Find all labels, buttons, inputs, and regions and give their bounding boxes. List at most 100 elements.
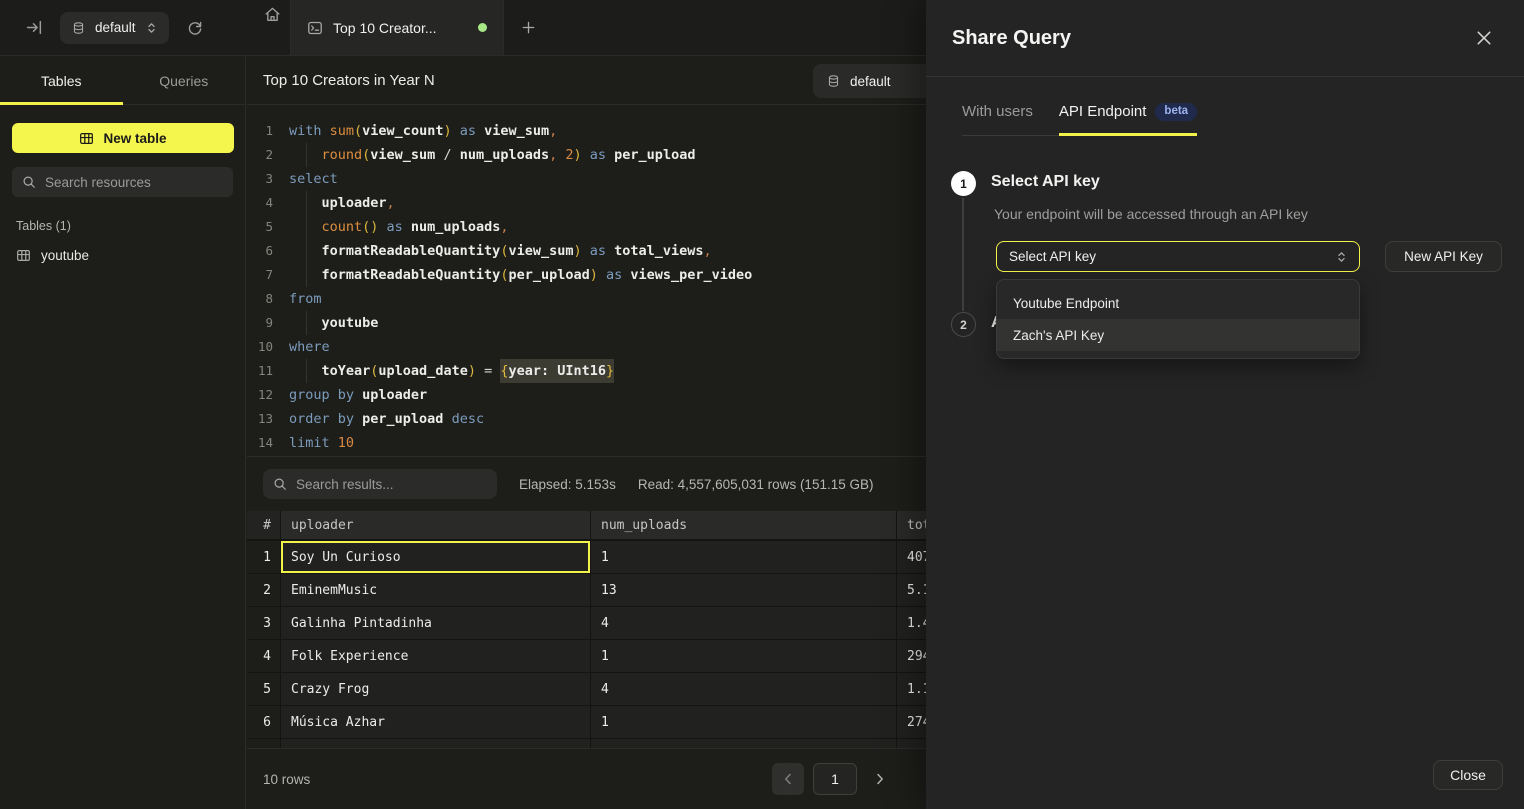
line-number: 11 [247, 359, 289, 383]
close-icon[interactable] [1470, 24, 1498, 52]
column-header-uploader[interactable]: uploader [281, 511, 591, 541]
prev-page-button[interactable] [772, 763, 804, 795]
chevron-updown-icon [146, 22, 157, 34]
tab-with-users[interactable]: With users [962, 103, 1033, 135]
step-2-badge: 2 [951, 312, 976, 337]
api-key-dropdown-menu: Youtube EndpointZach's API Key [996, 279, 1360, 359]
sidebar-item-youtube[interactable]: youtube [0, 241, 245, 270]
row-number: 1 [247, 541, 281, 574]
sidebar-tab-tables[interactable]: Tables [0, 57, 123, 104]
indent-guide [289, 239, 322, 263]
database-icon [72, 21, 85, 35]
new-tab-plus-icon[interactable] [504, 0, 552, 55]
tab-api-endpoint[interactable]: API Endpointbeta [1059, 103, 1197, 135]
cell-num-uploads[interactable]: 1 [591, 541, 897, 574]
cell-num-uploads[interactable]: 4 [591, 607, 897, 640]
line-number: 9 [247, 311, 289, 335]
api-key-option-zach-s-api-key[interactable]: Zach's API Key [997, 319, 1359, 351]
share-query-panel: Share Query With users API Endpointbeta 1… [926, 0, 1524, 809]
cell-uploader[interactable]: EminemMusic [281, 574, 591, 607]
cell-num-uploads[interactable]: 1 [591, 706, 897, 739]
query-tab-label: Top 10 Creator... [333, 20, 468, 36]
line-number: 13 [247, 407, 289, 431]
line-number: 1 [247, 119, 289, 143]
table-item-label: youtube [41, 248, 89, 263]
indent-guide [289, 311, 322, 335]
line-number: 8 [247, 287, 289, 311]
sidebar-search-placeholder: Search resources [45, 175, 151, 190]
collapse-sidebar-icon[interactable] [20, 14, 48, 42]
home-icon[interactable] [254, 0, 290, 28]
cell-uploader[interactable]: Crazy Frog [281, 673, 591, 706]
indent-guide [289, 191, 322, 215]
search-results-input[interactable]: Search results... [263, 469, 497, 499]
share-panel-title: Share Query [952, 27, 1470, 50]
new-api-key-button[interactable]: New API Key [1385, 241, 1502, 272]
new-table-button[interactable]: New table [12, 123, 234, 153]
sidebar-tabs: TablesQueries [0, 57, 245, 105]
step-1-badge: 1 [951, 171, 976, 196]
next-page-button[interactable] [866, 763, 894, 795]
page-number-button[interactable]: 1 [813, 763, 857, 795]
line-number: 2 [247, 143, 289, 167]
table-icon [79, 131, 94, 146]
close-button[interactable]: Close [1433, 760, 1503, 790]
search-results-placeholder: Search results... [296, 477, 394, 492]
cell-num-uploads[interactable]: 4 [591, 673, 897, 706]
beta-badge: beta [1155, 103, 1197, 121]
indent-guide [289, 263, 322, 287]
cell-uploader[interactable]: Música Azhar [281, 706, 591, 739]
step-1-title: Select API key [991, 173, 1100, 191]
sidebar-tab-queries[interactable]: Queries [123, 57, 246, 104]
indent-guide [289, 215, 322, 239]
column-header-num-uploads[interactable]: num_uploads [591, 511, 897, 541]
line-number: 4 [247, 191, 289, 215]
line-number: 14 [247, 431, 289, 455]
row-number: 3 [247, 607, 281, 640]
new-table-label: New table [103, 131, 166, 146]
query-title: Top 10 Creators in Year N [263, 72, 435, 89]
api-key-select[interactable]: Select API key [996, 241, 1360, 272]
chevron-updown-icon [1336, 251, 1347, 263]
refresh-icon[interactable] [181, 14, 209, 42]
sidebar-search-input[interactable]: Search resources [12, 167, 233, 197]
row-count: 10 rows [263, 772, 310, 787]
sidebar: TablesQueries New table Search resources… [0, 57, 246, 809]
topbar-left: default [0, 0, 246, 55]
step-1-description: Your endpoint will be accessed through a… [994, 206, 1308, 222]
line-number: 6 [247, 239, 289, 263]
database-icon [827, 74, 840, 88]
row-number: 6 [247, 706, 281, 739]
rows-read: Read: 4,557,605,031 rows (151.15 GB) [638, 477, 874, 492]
share-panel-tabs: With users API Endpointbeta [962, 103, 1197, 136]
cell-uploader[interactable]: Soy Un Curioso [281, 541, 591, 574]
tab-status-dot [478, 23, 487, 32]
column-header--[interactable]: # [247, 511, 281, 541]
topbar-database-select[interactable]: default [60, 12, 169, 44]
row-number: 4 [247, 640, 281, 673]
search-icon [22, 175, 36, 189]
row-number: 2 [247, 574, 281, 607]
pagination: 1 [772, 763, 894, 795]
line-number: 12 [247, 383, 289, 407]
line-number: 10 [247, 335, 289, 359]
step-connector-line [962, 198, 964, 311]
search-icon [273, 477, 287, 491]
line-number: 3 [247, 167, 289, 191]
topbar-database-value: default [95, 20, 136, 35]
cell-uploader[interactable]: Galinha Pintadinha [281, 607, 591, 640]
cell-uploader[interactable]: Folk Experience [281, 640, 591, 673]
line-number: 7 [247, 263, 289, 287]
row-number: 5 [247, 673, 281, 706]
line-number: 5 [247, 215, 289, 239]
query-tab[interactable]: Top 10 Creator... [290, 0, 504, 55]
table-icon [16, 248, 31, 263]
tables-section-title: Tables (1) [16, 219, 229, 233]
terminal-icon [307, 20, 323, 36]
cell-num-uploads[interactable]: 1 [591, 640, 897, 673]
api-key-select-value: Select API key [1009, 249, 1336, 264]
cell-num-uploads[interactable]: 13 [591, 574, 897, 607]
api-key-option-youtube-endpoint[interactable]: Youtube Endpoint [997, 287, 1359, 319]
share-panel-header: Share Query [926, 0, 1524, 77]
editor-database-value: default [850, 74, 891, 89]
